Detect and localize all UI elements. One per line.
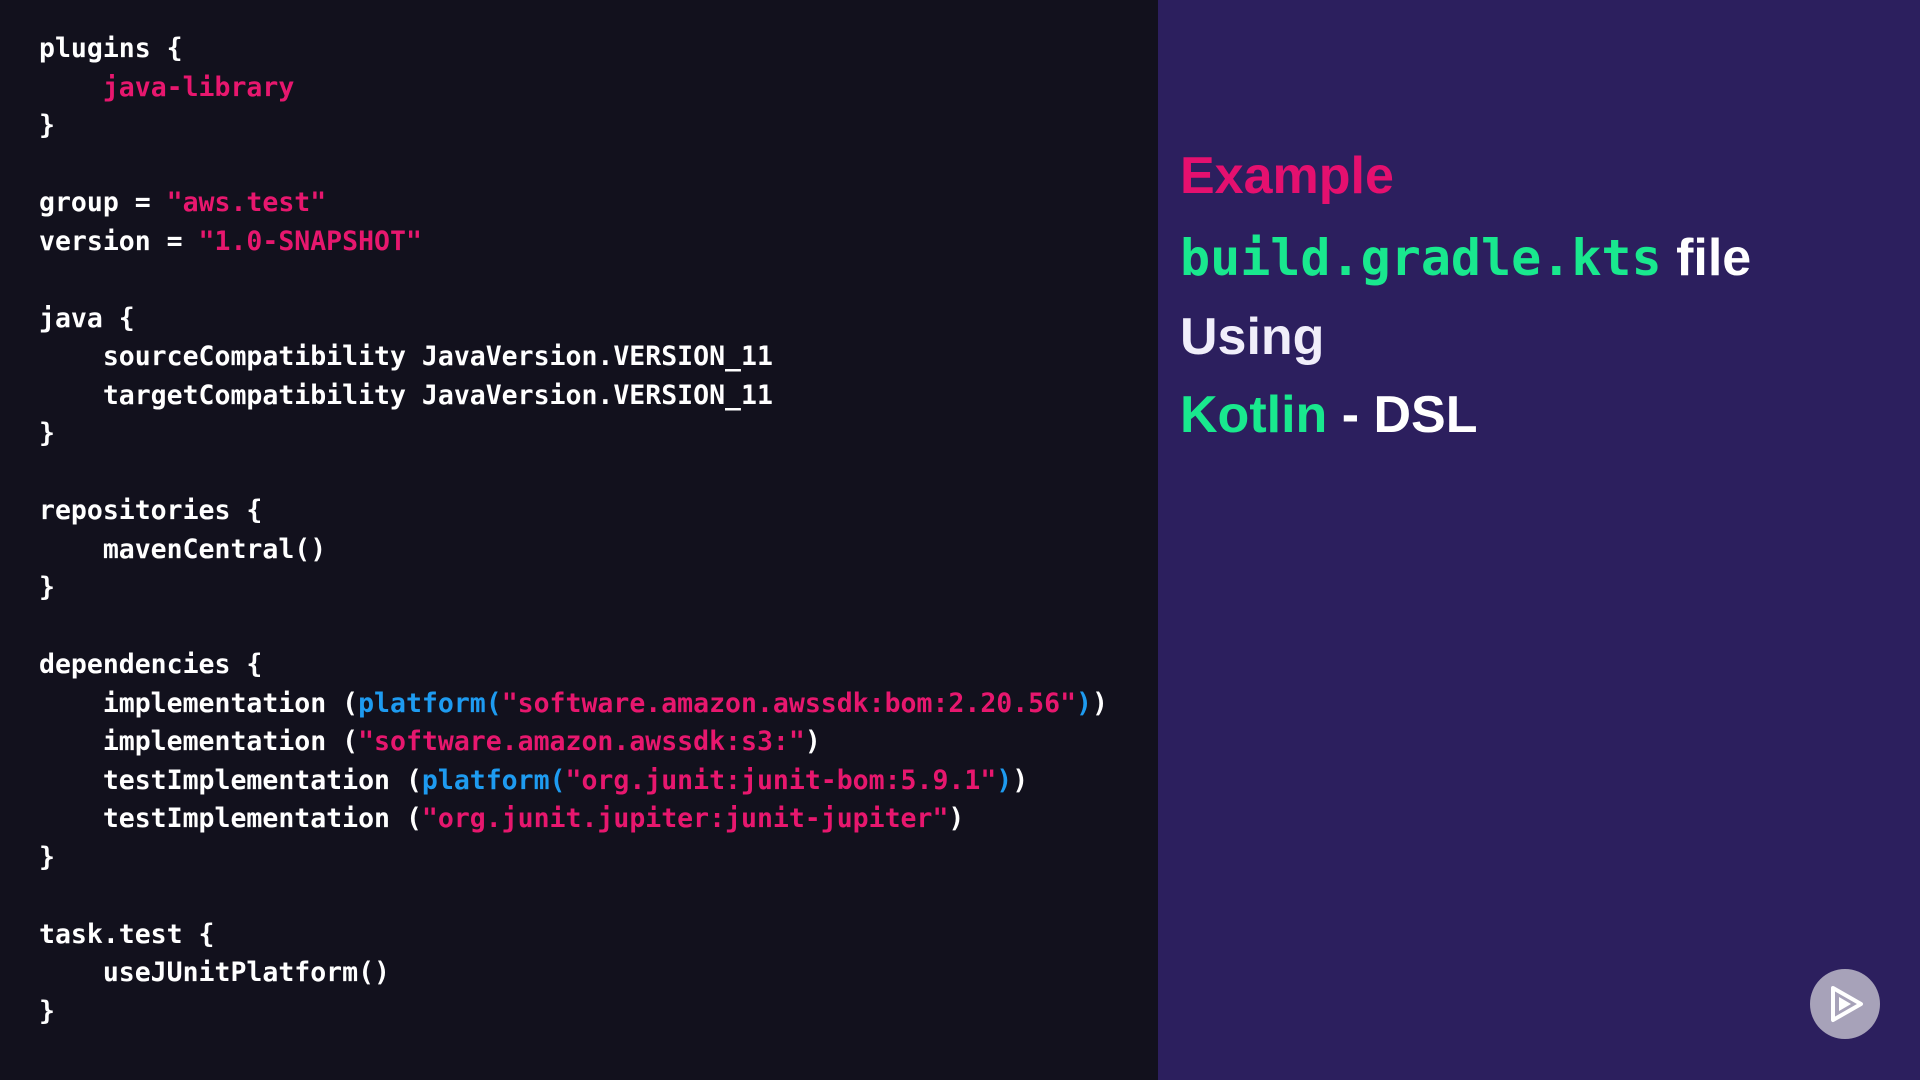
code-line: java-library xyxy=(39,69,1108,108)
code-token: java { xyxy=(39,302,135,334)
code-line: dependencies { xyxy=(39,646,1108,685)
code-line: testImplementation ("org.junit.jupiter:j… xyxy=(39,800,1108,839)
code-token: ) xyxy=(996,764,1013,796)
code-panel: plugins { java-library} group = "aws.tes… xyxy=(0,0,1158,1080)
code-token: version = xyxy=(39,225,199,257)
code-token: useJUnitPlatform() xyxy=(39,957,390,988)
code-line: } xyxy=(39,415,1108,454)
code-token: } xyxy=(39,418,55,449)
code-token: "software.amazon.awssdk:bom:2.20.56" xyxy=(501,687,1077,719)
code-token: ) xyxy=(804,726,821,757)
code-line: } xyxy=(39,569,1108,608)
play-triangle-icon xyxy=(1831,986,1863,1022)
slide-panel: Example build.gradle.kts file Using Kotl… xyxy=(1158,0,1920,1080)
language-title: Kotlin - DSL xyxy=(1180,385,1478,445)
code-line: } xyxy=(39,839,1108,878)
using-text: Using xyxy=(1180,308,1325,366)
code-line: implementation ("software.amazon.awssdk:… xyxy=(39,723,1108,762)
code-token: task.test { xyxy=(39,918,215,950)
code-token: "aws.test" xyxy=(166,187,327,218)
code-token: platform( xyxy=(358,687,502,719)
code-token: } xyxy=(39,572,55,603)
code-line: java { xyxy=(39,300,1108,339)
code-token: repositories { xyxy=(39,495,263,526)
code-token: implementation ( xyxy=(39,687,359,719)
code-token: testImplementation ( xyxy=(39,764,422,796)
code-token: implementation ( xyxy=(39,726,359,757)
code-token: platform( xyxy=(421,764,566,796)
code-line: } xyxy=(39,993,1108,1032)
code-line: group = "aws.test" xyxy=(39,184,1108,223)
code-line: plugins { xyxy=(39,30,1108,69)
dsl-text: - DSL xyxy=(1327,386,1478,444)
code-token: mavenCentral() xyxy=(39,533,327,565)
code-line: version = "1.0-SNAPSHOT" xyxy=(39,223,1108,262)
code-token: } xyxy=(39,995,55,1027)
code-line: targetCompatibility JavaVersion.VERSION_… xyxy=(39,377,1108,416)
code-token: plugins { xyxy=(39,33,183,64)
code-token: "org.junit.jupiter:junit-jupiter" xyxy=(421,803,949,834)
code-token: "org.junit:junit-bom:5.9.1" xyxy=(565,764,997,796)
code-token: testImplementation ( xyxy=(39,803,422,834)
code-line: testImplementation (platform("org.junit:… xyxy=(39,762,1108,801)
slide-heading: Example xyxy=(1180,147,1394,205)
language-name: Kotlin xyxy=(1180,386,1328,444)
code-token: ) xyxy=(1012,764,1029,796)
code-token: ) xyxy=(1076,687,1093,719)
code-token: ) xyxy=(1092,687,1108,719)
code-token: dependencies { xyxy=(39,649,263,680)
code-token: ) xyxy=(948,803,965,834)
code-token: } xyxy=(39,110,55,141)
code-line: implementation (platform("software.amazo… xyxy=(39,685,1108,724)
code-token: java-library xyxy=(102,71,295,103)
code-line: mavenCentral() xyxy=(39,531,1108,570)
code-line: useJUnitPlatform() xyxy=(39,954,1108,993)
code-line: } xyxy=(39,107,1108,146)
code-block: plugins { java-library} group = "aws.tes… xyxy=(39,30,1108,1031)
code-line: sourceCompatibility JavaVersion.VERSION_… xyxy=(39,338,1108,377)
code-token: "1.0-SNAPSHOT" xyxy=(198,225,422,257)
code-token: sourceCompatibility JavaVersion.VERSION_… xyxy=(39,341,773,372)
code-token: group = xyxy=(39,187,167,218)
play-button-icon xyxy=(1810,969,1880,1039)
code-line: task.test { xyxy=(39,916,1108,955)
code-token: targetCompatibility JavaVersion.VERSION_… xyxy=(39,379,773,411)
file-name: build.gradle.kts xyxy=(1180,229,1662,287)
code-line: repositories { xyxy=(39,492,1108,531)
file-title: build.gradle.kts file xyxy=(1180,228,1751,288)
file-word: file xyxy=(1676,229,1752,287)
code-token: "software.amazon.awssdk:s3:" xyxy=(358,726,805,757)
code-token: } xyxy=(39,841,55,873)
